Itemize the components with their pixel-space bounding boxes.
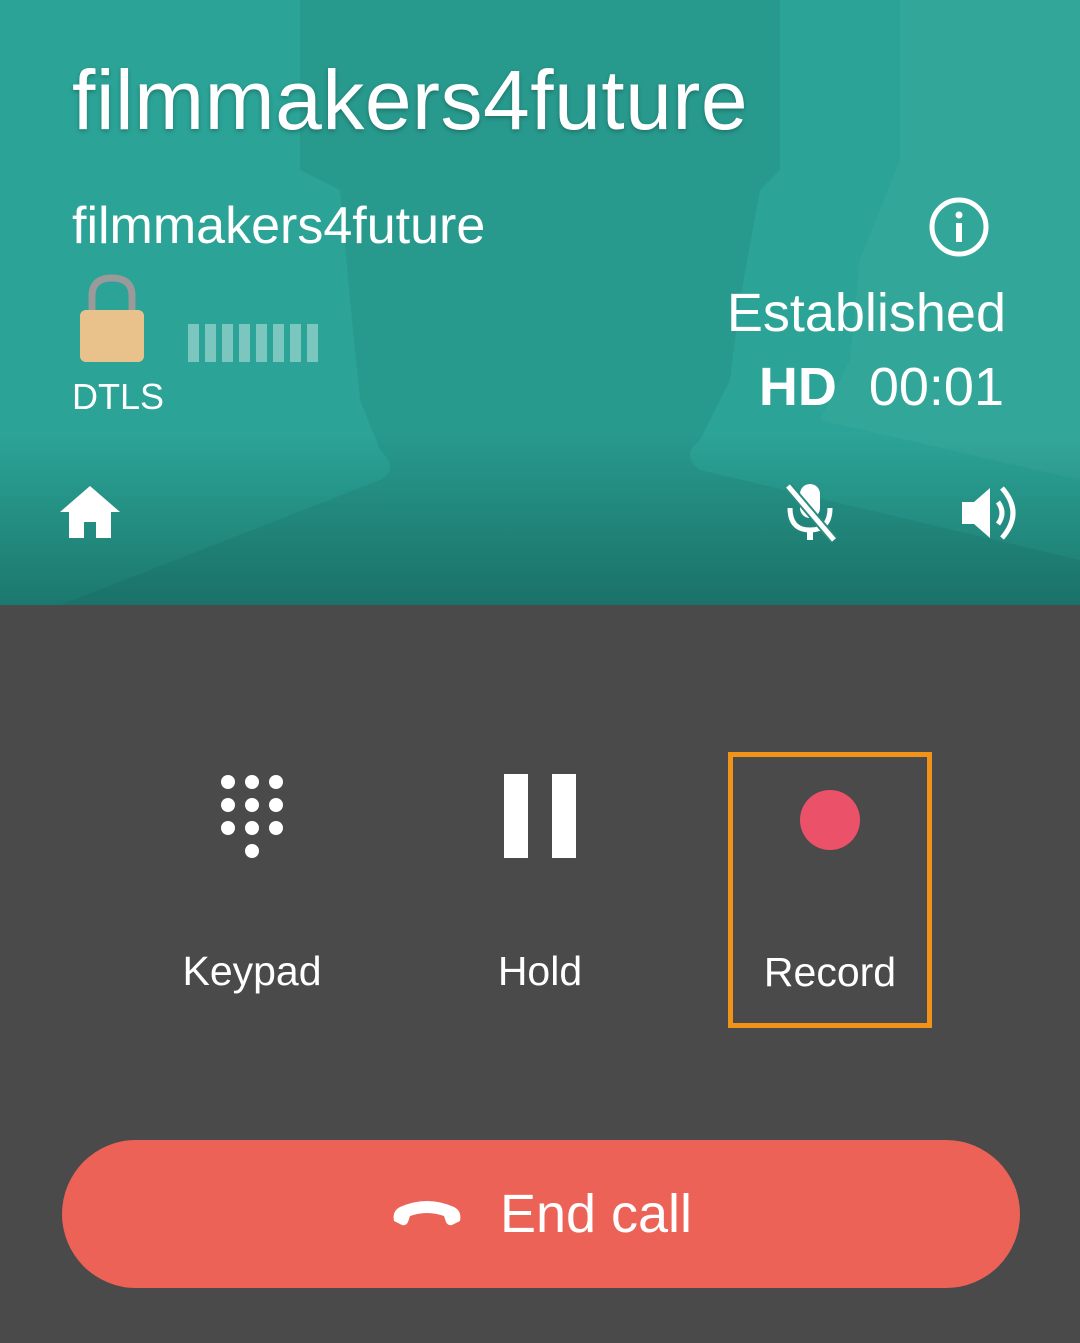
record-label: Record (763, 949, 897, 995)
call-duration: 00:01 (868, 357, 1004, 417)
call-status: Established (726, 283, 1006, 343)
hd-badge: HD (758, 357, 837, 417)
home-icon[interactable] (58, 482, 122, 542)
record-button[interactable]: Record (728, 752, 932, 1028)
lock-icon (80, 274, 144, 362)
keypad-button[interactable]: Keypad (152, 752, 352, 1012)
signal-strength-icon (188, 324, 318, 362)
hold-button[interactable]: Hold (440, 752, 640, 1012)
record-icon (800, 790, 860, 850)
mic-off-icon[interactable] (778, 480, 842, 544)
security-label: DTLS (72, 376, 165, 417)
call-quality-row: HD 00:01 (759, 356, 1004, 418)
caller-title: filmmakers4future (72, 53, 749, 147)
info-icon[interactable] (926, 194, 992, 260)
dialpad-icon (221, 775, 283, 858)
speaker-icon[interactable] (958, 482, 1022, 544)
call-header: filmmakers4future filmmakers4future DTLS… (0, 0, 1080, 605)
caller-address: filmmakers4future (72, 197, 486, 255)
hold-label: Hold (497, 948, 583, 994)
end-call-label: End call (499, 1184, 693, 1244)
keypad-label: Keypad (182, 948, 322, 994)
call-end-icon (393, 1201, 461, 1226)
end-call-button[interactable]: End call (62, 1140, 1020, 1288)
pause-icon (504, 774, 576, 858)
